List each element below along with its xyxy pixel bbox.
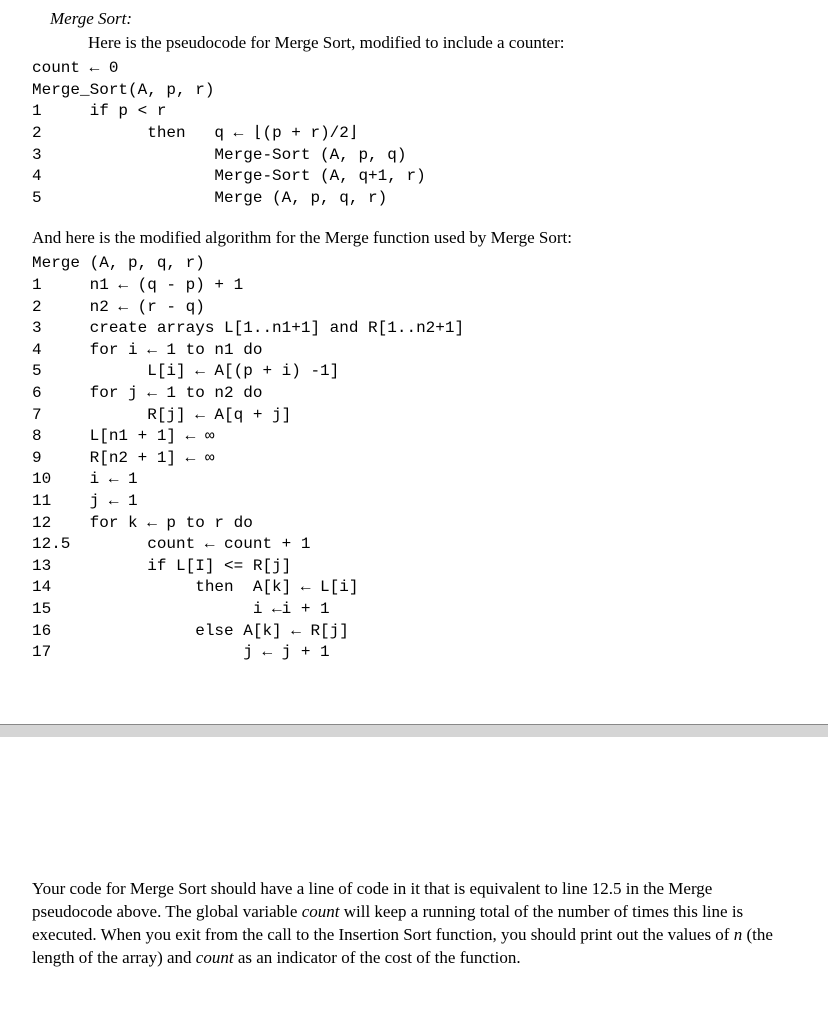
footer-var-count-2: count bbox=[196, 948, 234, 967]
footer-var-n: n bbox=[734, 925, 743, 944]
narrative-merge-fn: And here is the modified algorithm for t… bbox=[32, 227, 796, 249]
footer-text-4: as an indicator of the cost of the funct… bbox=[234, 948, 521, 967]
code-block-mergesort: count ← 0 Merge_Sort(A, p, r) 1 if p < r… bbox=[32, 58, 796, 209]
code-block-merge: Merge (A, p, q, r) 1 n1 ← (q - p) + 1 2 … bbox=[32, 253, 796, 663]
intro-text: Here is the pseudocode for Merge Sort, m… bbox=[88, 32, 796, 54]
section-title: Merge Sort: bbox=[50, 8, 796, 30]
page-divider bbox=[0, 724, 828, 738]
footer-paragraph: Your code for Merge Sort should have a l… bbox=[32, 878, 796, 970]
footer-var-count-1: count bbox=[302, 902, 340, 921]
